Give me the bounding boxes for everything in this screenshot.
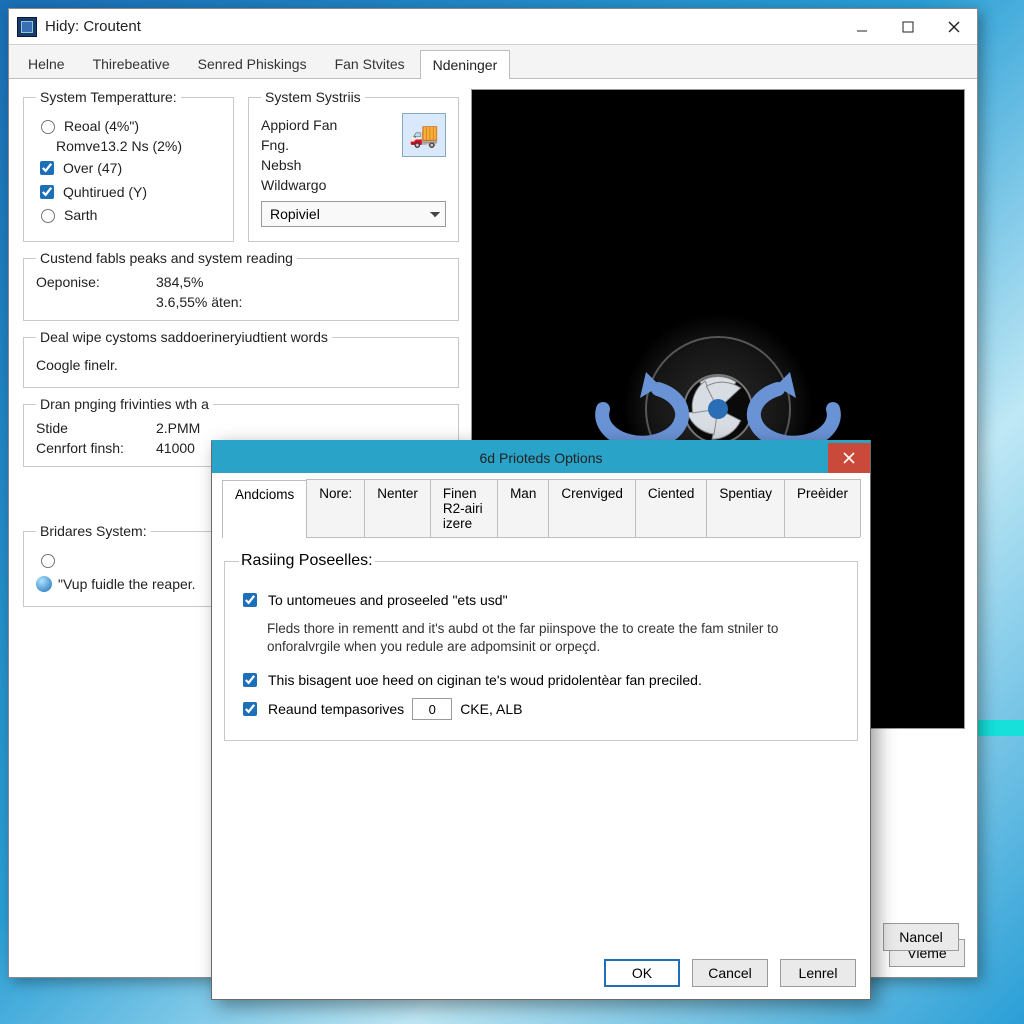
label-untomeues: To untomeues and proseeled "ets usd" (268, 592, 508, 608)
readings-v0: 384,5% (156, 274, 446, 290)
dtab-presider[interactable]: Preèider (784, 479, 861, 537)
group-system-temperature-legend: System Temperatture: (36, 89, 181, 105)
readings-k1 (36, 294, 156, 310)
label-reaund: Reaund tempasorives (268, 701, 404, 717)
radio-sarth[interactable] (41, 209, 55, 223)
dialog-fieldset-rasting: Rasiing Poseelles: To untomeues and pros… (224, 552, 858, 741)
group-dealwipe-legend: Deal wipe cystoms saddoerineryiudtient w… (36, 329, 332, 345)
dialog-lenrel-button[interactable]: Lenrel (780, 959, 856, 987)
dtab-crenviged[interactable]: Crenviged (548, 479, 636, 537)
dialog-cancel-button[interactable]: Cancel (692, 959, 768, 987)
dialog-title: 6d Prioteds Options (480, 450, 603, 466)
maximize-button[interactable] (885, 9, 931, 44)
label-bisagent: This bisagent uoe heed on ciginan te's w… (268, 672, 702, 688)
dtab-spentiay[interactable]: Spentiay (706, 479, 785, 537)
group-bridares-legend: Bridares System: (36, 523, 151, 539)
readings-k0: Oeponise: (36, 274, 156, 290)
check-reaund[interactable] (243, 702, 257, 716)
dialog-close-button[interactable] (828, 443, 870, 473)
check-quh[interactable] (40, 185, 54, 199)
tab-thirebeative[interactable]: Thirebeative (80, 49, 183, 78)
line-wildwargo: Wildwargo (261, 177, 326, 193)
window-title: Hidy: Croutent (45, 18, 839, 35)
titlebar: Hidy: Croutent (9, 9, 977, 45)
label-quh: Quhtirued (Y) (63, 184, 147, 200)
group-system-temperature: System Temperatture: Reoal (4%") Romve13… (23, 89, 234, 242)
dialog-fieldset-legend: Rasiing Poseelles: (239, 552, 375, 570)
options-dialog: 6d Prioteds Options Andcioms Nore: Nente… (211, 440, 871, 1000)
dran-k0: Stide (36, 420, 156, 436)
orb-icon (36, 576, 52, 592)
readings-v1: 3.6,55% äten: (156, 294, 446, 310)
dialog-description: Fleds thore in rementt and it's aubd ot … (267, 620, 843, 656)
label-reaund-unit: CKE, ALB (460, 701, 522, 717)
group-system-systriis: System Systriis 🚚 Appiord Fan Fng. Nebsh… (248, 89, 459, 242)
label-sarth: Sarth (64, 207, 97, 223)
group-dealwipe: Deal wipe cystoms saddoerineryiudtient w… (23, 329, 459, 388)
combo-ropiviel[interactable]: Ropiviel (261, 201, 446, 227)
check-bisagent[interactable] (243, 673, 257, 687)
close-button[interactable] (931, 9, 977, 44)
line-fng: Fng. (261, 137, 289, 153)
nancel-button[interactable]: Nancel (883, 923, 959, 951)
truck-icon: 🚚 (409, 121, 439, 150)
line-nebsh: Nebsh (261, 157, 301, 173)
group-dran-legend: Dran pnging frivinties wth a (36, 396, 213, 412)
check-over[interactable] (40, 161, 54, 175)
radio-reoal[interactable] (41, 120, 55, 134)
label-over: Over (47) (63, 160, 122, 176)
dialog-titlebar: 6d Prioteds Options (212, 443, 870, 473)
group-readings-legend: Custend fabls peaks and system reading (36, 250, 297, 266)
group-readings: Custend fabls peaks and system reading O… (23, 250, 459, 321)
line-appiord: Appiord Fan (261, 117, 337, 133)
input-reaund-value[interactable] (412, 698, 452, 720)
dtab-andcioms[interactable]: Andcioms (222, 480, 307, 538)
dtab-ciented[interactable]: Ciented (635, 479, 708, 537)
main-tabstrip: Helne Thirebeative Senred Phiskings Fan … (9, 45, 977, 79)
tab-helne[interactable]: Helne (15, 49, 78, 78)
label-romve: Romve13.2 Ns (2%) (56, 138, 182, 154)
dtab-nore[interactable]: Nore: (306, 479, 365, 537)
radio-bridares[interactable] (41, 554, 55, 568)
dtab-finen[interactable]: Finen R2-airi izere (430, 479, 498, 537)
dran-k1: Cenrfort finsh: (36, 440, 156, 456)
app-icon (17, 17, 37, 37)
minimize-button[interactable] (839, 9, 885, 44)
tab-senred[interactable]: Senred Phiskings (185, 49, 320, 78)
dealwipe-label: Coogle finelr. (36, 357, 118, 373)
dran-v0: 2.PMM (156, 420, 446, 436)
systriis-icon: 🚚 (402, 113, 446, 157)
dialog-ok-button[interactable]: OK (604, 959, 680, 987)
tab-ndeninger[interactable]: Ndeninger (420, 50, 511, 79)
group-system-systriis-legend: System Systriis (261, 89, 365, 105)
dialog-tabstrip: Andcioms Nore: Nenter Finen R2-airi izer… (222, 479, 860, 538)
dtab-man[interactable]: Man (497, 479, 549, 537)
tab-fanstvites[interactable]: Fan Stvites (322, 49, 418, 78)
dtab-nenter[interactable]: Nenter (364, 479, 431, 537)
label-vup: "Vup fuidle the reaper. (58, 576, 196, 592)
check-untomeues[interactable] (243, 593, 257, 607)
label-reoal: Reoal (4%") (64, 118, 139, 134)
